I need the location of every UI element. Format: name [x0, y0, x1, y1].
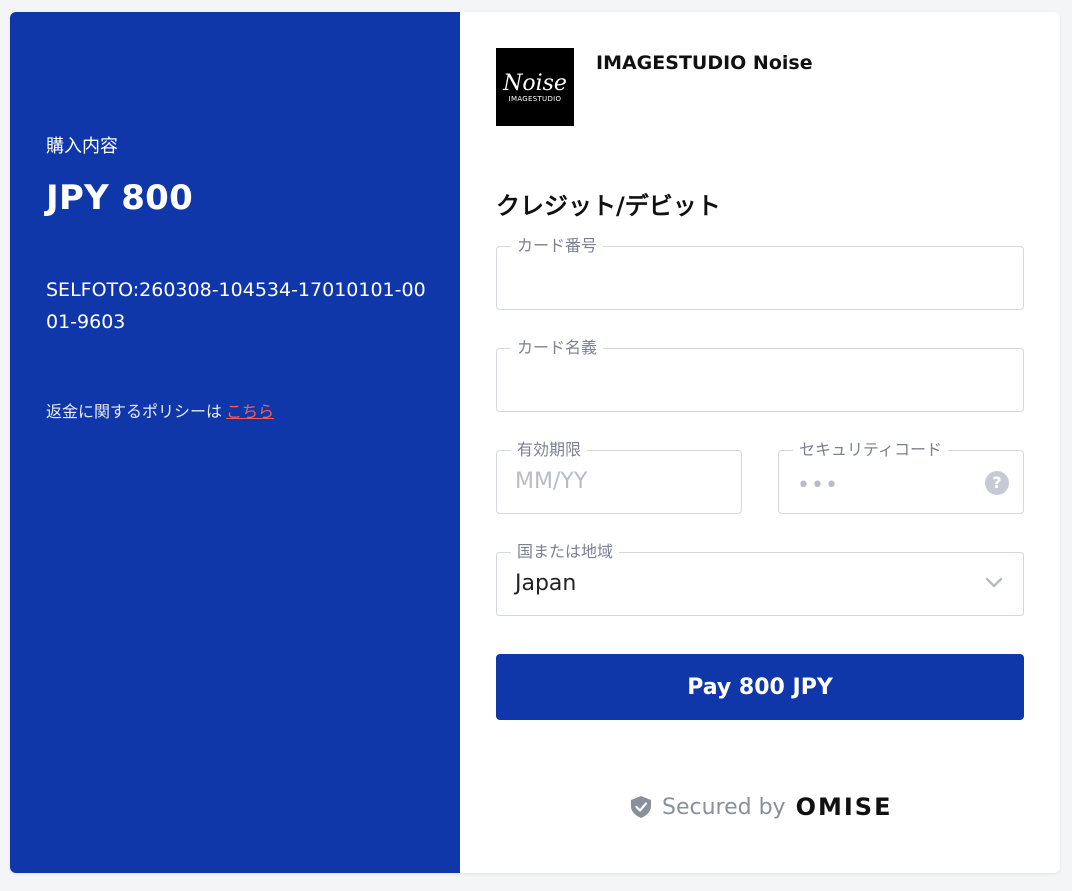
help-icon[interactable]: ?	[985, 471, 1009, 495]
secured-by: Secured by OMISE	[630, 790, 892, 824]
summary-label: 購入内容	[46, 136, 118, 157]
shield-icon	[631, 796, 651, 818]
refund-policy-text: 返金に関するポリシーは	[46, 402, 223, 421]
merchant-name: IMAGESTUDIO Noise	[596, 52, 813, 74]
order-reference: SELFOTO:260308-104534-17010101-0001-9603	[46, 279, 426, 333]
chevron-down-icon	[985, 577, 1003, 588]
refund-policy: 返金に関するポリシーは こちら	[46, 398, 274, 422]
security-code-label: セキュリティコード	[793, 439, 949, 461]
payment-panel: Noise IMAGESTUDIO IMAGESTUDIO Noise クレジッ…	[460, 12, 1060, 873]
card-name-field[interactable]: カード名義	[496, 337, 1024, 412]
security-code-placeholder: •••	[797, 473, 839, 498]
country-value: Japan	[515, 571, 577, 596]
order-summary-panel: 購入内容 JPY 800 SELFOTO:260308-104534-17010…	[10, 12, 460, 873]
expiry-label: 有効期限	[511, 439, 588, 461]
pay-button[interactable]: Pay 800 JPY	[496, 654, 1024, 720]
summary-amount: JPY 800	[46, 178, 194, 218]
merchant-logo: Noise IMAGESTUDIO	[496, 48, 574, 126]
refund-policy-link[interactable]: こちら	[226, 402, 274, 421]
expiry-placeholder: MM/YY	[515, 469, 588, 494]
payment-method-title: クレジット/デビット	[496, 192, 721, 220]
country-label: 国または地域	[511, 541, 620, 563]
card-number-field[interactable]: カード番号	[496, 235, 1024, 310]
omise-logo: OMISE	[795, 793, 893, 821]
secured-text: Secured by	[662, 794, 786, 820]
logo-sub-text: IMAGESTUDIO	[509, 95, 562, 103]
security-code-field[interactable]: セキュリティコード ••• ?	[778, 439, 1024, 514]
country-select[interactable]: 国または地域 Japan	[496, 541, 1024, 616]
logo-main-text: Noise	[502, 71, 567, 96]
card-name-label: カード名義	[511, 337, 604, 359]
merchant-logo-image: Noise IMAGESTUDIO	[496, 48, 574, 126]
expiry-field[interactable]: 有効期限 MM/YY	[496, 439, 742, 514]
card-number-label: カード番号	[511, 235, 604, 257]
checkout-card: 購入内容 JPY 800 SELFOTO:260308-104534-17010…	[10, 12, 1060, 873]
